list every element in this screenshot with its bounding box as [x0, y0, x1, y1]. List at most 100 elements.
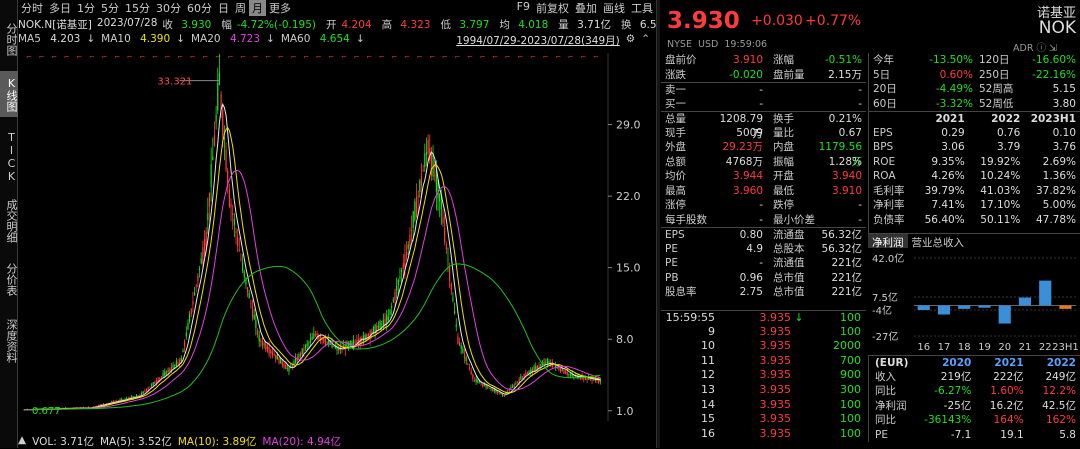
event-flag-icon[interactable]: ⌐: [543, 53, 549, 61]
settings-icon[interactable]: ⚙: [626, 33, 635, 47]
period-tab-7[interactable]: 日: [215, 0, 232, 16]
event-flag-icon[interactable]: ⌐: [530, 53, 536, 61]
event-flag-icon[interactable]: ⌐: [39, 53, 45, 61]
ma10-line: [23, 126, 601, 411]
candle-body: [238, 249, 240, 251]
event-flag-icon[interactable]: ⌐: [366, 53, 372, 61]
high-label: 33.321: [157, 77, 192, 88]
event-flag-icon[interactable]: ⌐: [391, 53, 397, 61]
left-tab-1[interactable]: K线图: [0, 71, 18, 117]
event-flag-icon[interactable]: ⌐: [127, 53, 133, 61]
tool-button-0[interactable]: F9: [514, 0, 533, 16]
event-flag-icon[interactable]: ⌐: [228, 53, 234, 61]
stat-row: 20日 -4.49% 52周高 5.15: [869, 82, 1080, 97]
candlestick-chart[interactable]: 29.0 22.0 15.0 8.0 1.0 ⌐ ⌐ ⌐ ⌐ ⌐ ⌐ ⌐ ⌐ ⌐ ⌐ ⌐ ⌐ ⌐ ⌐ ⌐ ⌐ ⌐ ⌐ ⌐ ⌐ ⌐ ⌐…: [18, 47, 656, 431]
splitter[interactable]: [656, 0, 660, 448]
event-flag-icon[interactable]: ⌐: [291, 53, 297, 61]
annual-cell: 5.8: [1059, 428, 1076, 441]
event-flag-icon[interactable]: ⌐: [102, 53, 108, 61]
left-tab-0[interactable]: 分时图: [0, 16, 18, 62]
event-flag-icon[interactable]: ⌐: [454, 53, 460, 61]
left-tab-5[interactable]: 深度资料: [0, 311, 18, 371]
period-tab-6[interactable]: 60分: [184, 0, 215, 16]
candle-body: [526, 372, 529, 375]
candle-body: [177, 361, 179, 364]
event-flag-icon[interactable]: ⌐: [253, 53, 259, 61]
period-tab-2[interactable]: 1分: [74, 0, 98, 16]
event-flag-icon[interactable]: ⌐: [341, 53, 347, 61]
event-flag-icon[interactable]: ⌐: [316, 53, 322, 61]
event-flag-icon[interactable]: ⌐: [517, 53, 523, 61]
period-tab-10[interactable]: 更多: [266, 0, 294, 16]
left-tab-3[interactable]: 成交明细: [0, 191, 18, 251]
tool-button-2[interactable]: 叠加: [572, 0, 600, 16]
y-tick-label: 22.0: [616, 190, 641, 203]
event-flag-icon[interactable]: ⌐: [593, 53, 599, 61]
collapse-icon[interactable]: ⌃: [641, 33, 650, 47]
period-tab-4[interactable]: 15分: [122, 0, 153, 16]
event-flag-icon[interactable]: ⌐: [114, 53, 120, 61]
event-flag-icon[interactable]: ⌐: [555, 53, 561, 61]
candle-body: [189, 314, 191, 322]
stat-value: 4.9: [746, 242, 763, 255]
event-flag-icon[interactable]: ⌐: [429, 53, 435, 61]
stat-value-2: 1.28%: [828, 155, 862, 168]
fin-tab-1[interactable]: 营业总收入: [908, 234, 969, 249]
event-flag-icon[interactable]: ⌐: [278, 53, 284, 61]
event-flag-icon[interactable]: ⌐: [89, 53, 95, 61]
event-flag-icon[interactable]: ⌐: [303, 53, 309, 61]
period-tab-5[interactable]: 30分: [153, 0, 184, 16]
left-tab-2[interactable]: TICK: [0, 127, 18, 187]
left-tab-4[interactable]: 分价表: [0, 256, 18, 302]
event-flag-icon[interactable]: ⌐: [580, 53, 586, 61]
stat-row: 今年 -13.50% 120日 -16.60%: [869, 53, 1080, 68]
event-flag-icon[interactable]: ⌐: [76, 53, 82, 61]
symbol[interactable]: NOK.N[诺基亚]: [18, 17, 92, 31]
event-flag-icon[interactable]: ⌐: [442, 53, 448, 61]
event-flag-icon[interactable]: ⌐: [328, 53, 334, 61]
volume-arrow-icon[interactable]: ▲: [18, 434, 26, 448]
event-flag-icon[interactable]: ⌐: [26, 53, 32, 61]
event-flag-icon[interactable]: ⌐: [467, 53, 473, 61]
candle-body: [246, 287, 249, 293]
event-flag-icon[interactable]: ⌐: [152, 53, 158, 61]
stat-label: 卖一: [665, 84, 686, 96]
event-flag-icon[interactable]: ⌐: [492, 53, 498, 61]
event-flag-icon[interactable]: ⌐: [202, 53, 208, 61]
event-flag-icon[interactable]: ⌐: [354, 53, 360, 61]
tick-qty: 900: [840, 368, 861, 382]
stat-label-2: 内盘: [773, 141, 794, 153]
period-tab-3[interactable]: 5分: [98, 0, 122, 16]
event-flag-icon[interactable]: ⌐: [190, 53, 196, 61]
event-flag-icon[interactable]: ⌐: [404, 53, 410, 61]
event-flag-icon[interactable]: ⌐: [240, 53, 246, 61]
event-flag-icon[interactable]: ⌐: [568, 53, 574, 61]
event-flag-icon[interactable]: ⌐: [215, 53, 221, 61]
event-flag-icon[interactable]: ⌐: [379, 53, 385, 61]
period-tab-0[interactable]: 分时: [18, 0, 46, 16]
event-flag-icon[interactable]: ⌐: [505, 53, 511, 61]
candle-body: [187, 322, 189, 330]
tool-button-1[interactable]: 前复权: [533, 0, 572, 16]
period-tab-9[interactable]: 月: [249, 0, 266, 16]
event-flag-icon[interactable]: ⌐: [480, 53, 486, 61]
period-tab-1[interactable]: 多日: [46, 0, 74, 16]
event-flag-icon[interactable]: ⌐: [64, 53, 70, 61]
profit-y-label: 42.0亿: [872, 252, 904, 265]
fin-tab-0[interactable]: 净利润: [868, 234, 908, 249]
fin-cell: 3.06: [941, 141, 965, 153]
candle-body: [454, 310, 456, 314]
event-flag-icon[interactable]: ⌐: [417, 53, 423, 61]
profit-x-label: 17: [938, 342, 951, 353]
event-flag-icon[interactable]: ⌐: [51, 53, 57, 61]
event-flag-icon[interactable]: ⌐: [165, 53, 171, 61]
tool-button-4[interactable]: 工具: [628, 0, 656, 16]
event-flag-icon[interactable]: ⌐: [265, 53, 271, 61]
event-flag-icon[interactable]: ⌐: [139, 53, 145, 61]
period-tab-8[interactable]: 周: [232, 0, 249, 16]
tool-button-3[interactable]: 画线: [600, 0, 628, 16]
candle-body: [160, 376, 163, 378]
event-flag-icon[interactable]: ⌐: [177, 53, 183, 61]
annual-label: 同比: [875, 414, 896, 426]
candle-body: [513, 384, 515, 387]
